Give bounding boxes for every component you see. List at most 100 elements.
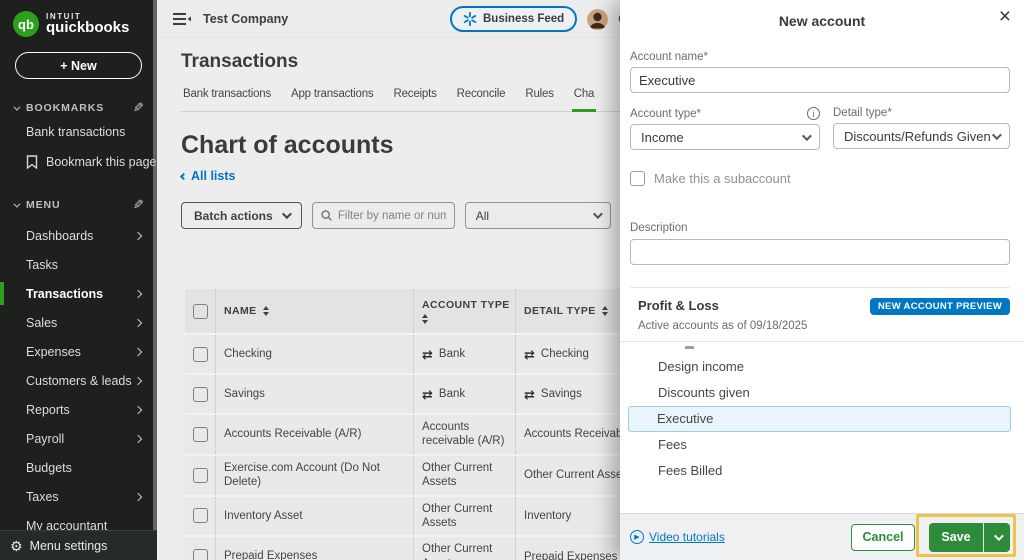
sidebar-menu-item[interactable]: Reports: [0, 395, 157, 424]
edit-pencil-icon[interactable]: ✎: [132, 197, 144, 213]
sidebar-item-bookmark-this-page[interactable]: Bookmark this page: [0, 148, 157, 176]
chevron-down-icon: [993, 531, 1003, 541]
description-input[interactable]: [630, 239, 1010, 265]
preview-account-item[interactable]: Discounts given: [630, 380, 1010, 406]
account-type-cell: Other Current Assets: [422, 461, 507, 490]
row-checkbox[interactable]: [193, 347, 208, 362]
save-button[interactable]: Save: [929, 523, 983, 552]
preview-account-label: Fees: [658, 437, 687, 452]
sidebar-scrollbar[interactable]: [153, 0, 157, 530]
detail-type-cell: Checking: [541, 348, 589, 360]
sidebar-menu-item[interactable]: Tasks: [0, 250, 157, 279]
sidebar: qb INTUIT quickbooks + New BOOKMARKS ✎ B…: [0, 0, 157, 560]
gear-icon: ⚙: [10, 539, 23, 553]
filter-search-box[interactable]: [312, 202, 455, 229]
sort-icon: [263, 306, 269, 316]
detail-type-value: Discounts/Refunds Given: [844, 129, 991, 144]
preview-account-item[interactable]: Fees Billed: [630, 458, 1010, 484]
close-icon[interactable]: ×: [999, 6, 1011, 27]
chevron-down-icon: [802, 131, 812, 141]
chevron-down-icon: [282, 209, 292, 219]
all-lists-link[interactable]: All lists: [181, 169, 261, 183]
tab-label: Reconcile: [457, 88, 506, 100]
subaccount-label: Make this a subaccount: [654, 171, 791, 186]
preview-account-item[interactable]: Fees: [630, 432, 1010, 458]
detail-type-cell: Savings: [541, 388, 582, 400]
preview-account-label: Fees Billed: [658, 463, 722, 478]
column-header-account-type[interactable]: ACCOUNT TYPE ?: [413, 289, 515, 333]
account-type-cell: Other Current Assets: [422, 502, 507, 531]
account-type-select[interactable]: Income: [630, 124, 820, 150]
menu-item-label: Tasks: [26, 258, 58, 272]
sidebar-menu: Dashboards Tasks Transactions Sales Expe…: [0, 221, 157, 560]
cancel-button[interactable]: Cancel: [851, 524, 915, 551]
filter-input[interactable]: [338, 210, 446, 222]
info-icon[interactable]: i: [807, 107, 820, 120]
column-header-name[interactable]: NAME: [215, 289, 413, 333]
user-avatar[interactable]: [587, 9, 608, 30]
description-label: Description: [630, 222, 1010, 234]
bookmarks-section-header[interactable]: BOOKMARKS ✎: [0, 100, 157, 116]
account-name-cell: Checking: [224, 347, 272, 361]
account-name-cell: Prepaid Expenses: [224, 549, 317, 560]
sidebar-menu-item[interactable]: Budgets: [0, 453, 157, 482]
chevron-right-icon: [134, 289, 142, 297]
bank-transfer-icon: ⇄: [524, 348, 535, 361]
row-checkbox[interactable]: [193, 549, 208, 560]
menu-settings[interactable]: ⚙ Menu settings: [0, 530, 157, 560]
business-feed-button[interactable]: Business Feed: [450, 6, 577, 32]
tab[interactable]: App transactions: [289, 88, 375, 111]
filter-type-value: All: [476, 209, 489, 223]
tab[interactable]: Rules: [523, 88, 555, 111]
menu-item-label: Taxes: [26, 490, 59, 504]
save-split-button: Save: [929, 523, 1010, 552]
menu-section-header[interactable]: MENU ✎: [0, 197, 157, 213]
video-tutorials-link[interactable]: ▶ Video tutorials: [630, 530, 725, 544]
filter-type-dropdown[interactable]: All: [465, 202, 611, 229]
bookmark-item-label: Bank transactions: [26, 125, 125, 139]
sidebar-menu-item[interactable]: Taxes: [0, 482, 157, 511]
new-button[interactable]: + New: [15, 52, 142, 79]
sort-icon: [602, 306, 608, 316]
account-name-input[interactable]: [630, 67, 1010, 93]
save-options-button[interactable]: [983, 523, 1010, 552]
tab[interactable]: Bank transactions: [181, 88, 273, 111]
detail-type-select[interactable]: Discounts/Refunds Given: [833, 123, 1010, 149]
preview-account-item[interactable]: Executive: [628, 406, 1011, 432]
tab[interactable]: Receipts: [391, 88, 438, 111]
search-icon: [321, 209, 332, 222]
sidebar-menu-item[interactable]: Sales: [0, 308, 157, 337]
tab-label: Cha: [574, 88, 595, 100]
sidebar-menu-item[interactable]: Payroll: [0, 424, 157, 453]
detail-type-label: Detail type*: [833, 107, 892, 119]
tab[interactable]: Reconcile: [455, 88, 508, 111]
subaccount-checkbox[interactable]: [630, 171, 645, 186]
account-name-cell: Accounts Receivable (A/R): [224, 427, 361, 441]
row-checkbox[interactable]: [193, 468, 208, 483]
edit-pencil-icon[interactable]: ✎: [132, 100, 144, 116]
chevron-right-icon: [134, 376, 142, 384]
sidebar-item-bank-transactions[interactable]: Bank transactions: [0, 118, 157, 146]
bank-transfer-icon: ⇄: [422, 388, 433, 401]
scrolled-item-sliver: [685, 346, 694, 349]
panel-footer: ▶ Video tutorials Cancel Save: [620, 513, 1024, 560]
select-all-checkbox[interactable]: [193, 304, 208, 319]
chevron-right-icon: [134, 434, 142, 442]
detail-type-cell: Other Current Assets: [524, 469, 631, 481]
sidebar-menu-item[interactable]: Transactions: [0, 279, 157, 308]
collapse-menu-icon[interactable]: [173, 12, 191, 26]
company-name[interactable]: Test Company: [203, 12, 288, 26]
bookmark-item-label: Bookmark this page: [46, 155, 156, 169]
batch-actions-button[interactable]: Batch actions: [181, 202, 302, 229]
row-checkbox[interactable]: [193, 427, 208, 442]
tab[interactable]: Cha: [572, 88, 597, 112]
row-checkbox[interactable]: [193, 508, 208, 523]
preview-account-item[interactable]: Design income: [630, 354, 1010, 380]
sidebar-menu-item[interactable]: Dashboards: [0, 221, 157, 250]
menu-item-label: Budgets: [26, 461, 72, 475]
sidebar-menu-item[interactable]: Expenses: [0, 337, 157, 366]
menu-item-label: Expenses: [26, 345, 81, 359]
sidebar-menu-item[interactable]: Customers & leads: [0, 366, 157, 395]
account-name-cell: Savings: [224, 387, 265, 401]
row-checkbox[interactable]: [193, 387, 208, 402]
